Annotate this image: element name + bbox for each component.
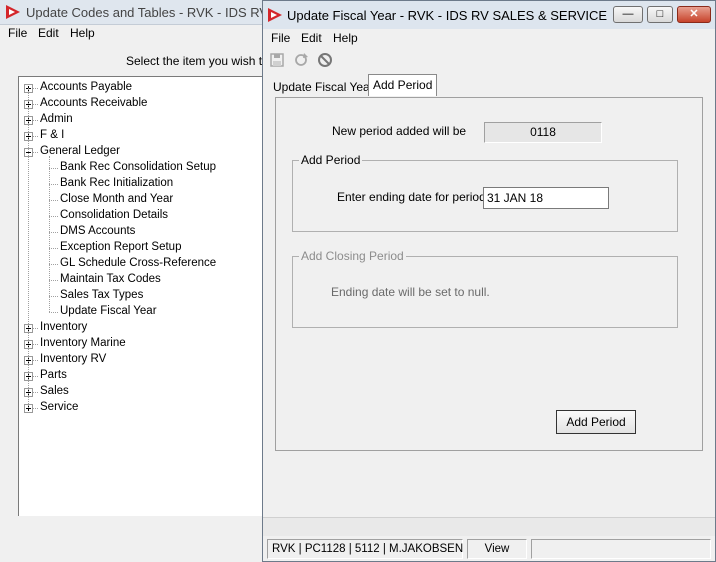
minimize-icon: —	[622, 8, 634, 20]
codes-tree-view[interactable]: Accounts Payable Accounts Receivable Admin…	[18, 76, 282, 518]
cancel-icon[interactable]	[317, 52, 333, 68]
dialog-bottom-strip	[263, 517, 715, 536]
tree-connector	[33, 152, 38, 153]
tree-connector	[49, 248, 58, 249]
tree-item-label: F & I	[40, 129, 65, 141]
tree-connector	[49, 184, 58, 185]
closing-period-note: Ending date will be set to null.	[331, 285, 490, 299]
tree-connector	[49, 232, 58, 233]
tree-item-label: Close Month and Year	[60, 193, 174, 205]
tree-connector	[49, 264, 58, 265]
tree-connector	[33, 104, 38, 105]
tree-item-label: DMS Accounts	[60, 225, 136, 237]
tree-item-label: Parts	[40, 369, 67, 381]
tree-item-label: Sales	[40, 385, 69, 397]
tree-item-label: Inventory Marine	[40, 337, 126, 349]
add-closing-period-group-label: Add Closing Period	[299, 249, 406, 263]
new-period-value: 0118	[484, 122, 602, 143]
bg-menu-edit[interactable]: Edit	[38, 26, 59, 40]
refresh-icon[interactable]	[293, 52, 309, 68]
tree-root-connector	[28, 88, 29, 408]
maximize-button[interactable]: □	[647, 6, 673, 23]
bg-menu-help[interactable]: Help	[70, 26, 95, 40]
tab-add-period[interactable]: Add Period	[368, 74, 438, 96]
menu-help[interactable]: Help	[333, 31, 358, 45]
maximize-icon: □	[656, 8, 664, 20]
tree-item-label: Admin	[40, 113, 73, 125]
dialog-menu-bar: File Edit Help	[263, 29, 715, 47]
tree-connector	[33, 328, 38, 329]
background-bottom-area	[0, 516, 262, 562]
dialog-toolbar	[263, 49, 715, 71]
tree-branch-connector	[49, 156, 50, 312]
menu-file[interactable]: File	[271, 31, 290, 45]
status-mode: View	[467, 539, 527, 559]
app-logo-icon	[268, 8, 282, 22]
add-period-panel: New period added will be 0118 Add Period…	[275, 97, 703, 451]
add-period-button[interactable]: Add Period	[556, 410, 636, 434]
dialog-title: Update Fiscal Year - RVK - IDS RV SALES …	[287, 8, 608, 23]
add-closing-period-group: Add Closing Period Ending date will be s…	[292, 249, 678, 328]
tree-item-label: Inventory	[40, 321, 88, 333]
add-period-group: Add Period Enter ending date for period	[292, 153, 678, 232]
tree-connector	[49, 296, 58, 297]
tree-connector	[49, 216, 58, 217]
tree-connector	[33, 408, 38, 409]
tree-item-label: Inventory RV	[40, 353, 107, 365]
tree-item-label: Bank Rec Consolidation Setup	[60, 161, 216, 173]
tree-item-label: Bank Rec Initialization	[60, 177, 174, 189]
new-period-label: New period added will be	[332, 124, 467, 138]
tree-connector	[33, 136, 38, 137]
status-bar: RVK | PC1128 | 5112 | M.JAKOBSEN View	[263, 537, 715, 561]
tree-item-label: Service	[40, 401, 79, 413]
tree-item-label: General Ledger	[40, 145, 120, 157]
tree-item-label: Accounts Receivable	[40, 97, 148, 109]
tree-connector	[49, 168, 58, 169]
menu-edit[interactable]: Edit	[301, 31, 322, 45]
tree-connector	[33, 392, 38, 393]
tree-connector	[33, 344, 38, 345]
tree-item-label: Exception Report Setup	[60, 241, 182, 253]
tree-item-label: Sales Tax Types	[60, 289, 144, 301]
update-fiscal-year-dialog: Update Fiscal Year - RVK - IDS RV SALES …	[262, 0, 716, 562]
dialog-tabs: Update Fiscal Year Add Period	[263, 73, 715, 97]
close-button[interactable]: ✕	[677, 6, 711, 23]
tree-item-label: Update Fiscal Year	[60, 305, 157, 317]
tree-item-label: Accounts Payable	[40, 81, 133, 93]
ending-date-input[interactable]	[483, 187, 609, 209]
minimize-button[interactable]: —	[613, 6, 643, 23]
app-logo-icon	[6, 5, 20, 19]
bg-menu-file[interactable]: File	[8, 26, 27, 40]
tree-item-label: Maintain Tax Codes	[60, 273, 161, 285]
tree-item-label: Consolidation Details	[60, 209, 169, 221]
tab-update-fiscal-year[interactable]: Update Fiscal Year	[269, 77, 378, 97]
add-period-group-label: Add Period	[299, 153, 363, 167]
tree-connector	[49, 200, 58, 201]
save-icon[interactable]	[269, 52, 285, 68]
dialog-title-bar[interactable]: Update Fiscal Year - RVK - IDS RV SALES …	[263, 1, 715, 29]
tree-connector	[49, 280, 58, 281]
close-icon: ✕	[689, 8, 699, 20]
tree-connector	[33, 376, 38, 377]
tree-item-label: GL Schedule Cross-Reference	[60, 257, 217, 269]
tree-connector	[33, 88, 38, 89]
tree-connector	[33, 360, 38, 361]
tree-connector	[49, 312, 58, 313]
ending-date-label: Enter ending date for period	[337, 190, 486, 204]
status-user-info: RVK | PC1128 | 5112 | M.JAKOBSEN	[267, 539, 463, 559]
background-window-title: Update Codes and Tables - RVK - IDS RV S…	[26, 5, 297, 20]
select-item-prompt: Select the item you wish to u	[126, 54, 279, 68]
status-extra	[531, 539, 711, 559]
tree-connector	[33, 120, 38, 121]
